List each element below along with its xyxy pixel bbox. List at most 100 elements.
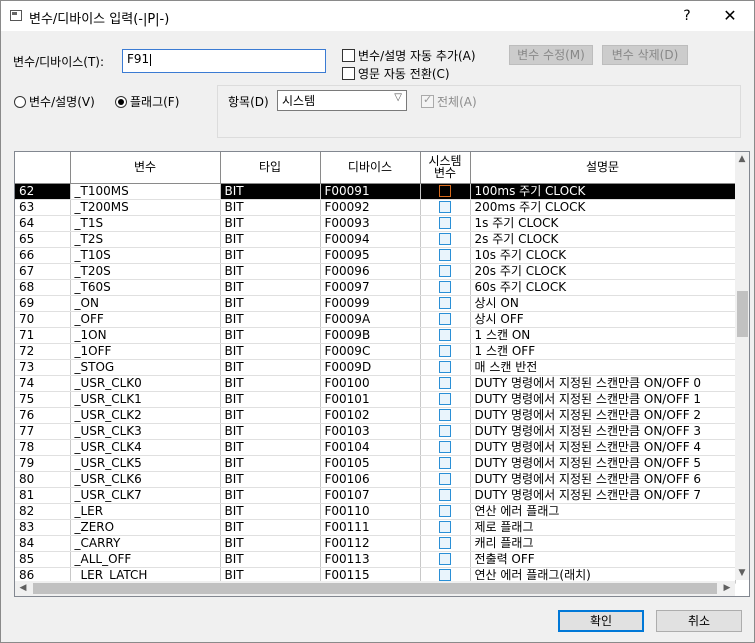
table-row[interactable]: 82 _LER BIT F00110 연산 에러 플래그 [15,503,736,520]
system-var-checkbox[interactable] [439,201,451,213]
var-cell: _OFF [70,311,221,328]
system-var-checkbox[interactable] [439,233,451,245]
vertical-scroll-thumb[interactable] [737,291,748,337]
row-number: 84 [15,535,71,552]
scroll-up-icon[interactable]: ▲ [735,152,749,166]
system-var-checkbox[interactable] [439,281,451,293]
var-cell: _USR_CLK4 [70,439,221,456]
header-device[interactable]: 디바이스 [320,152,421,184]
system-var-checkbox[interactable] [439,409,451,421]
system-var-checkbox[interactable] [439,537,451,549]
modify-var-button[interactable]: 변수 수정(M) [509,45,593,65]
system-var-cell [420,247,471,264]
table-row[interactable]: 79 _USR_CLK5 BIT F00105 DUTY 명령에서 지정된 스캔만큼 O… [15,455,736,472]
help-button[interactable]: ? [677,5,697,27]
table-row[interactable]: 74 _USR_CLK0 BIT F00100 DUTY 명령에서 지정된 스캔만큼 O… [15,375,736,392]
table-row[interactable]: 70 _OFF BIT F0009A 상시 OFF [15,311,736,328]
system-var-checkbox[interactable] [439,185,451,197]
table-row[interactable]: 83 _ZERO BIT F00111 제로 플래그 [15,519,736,536]
type-cell: BIT [220,231,321,248]
item-select-value: 시스템 [282,94,316,108]
system-var-checkbox[interactable] [439,569,451,581]
table-row[interactable]: 64 _T1S BIT F00093 1s 주기 CLOCK [15,215,736,232]
type-cell: BIT [220,471,321,488]
system-var-checkbox[interactable] [439,265,451,277]
var-device-input[interactable]: F91 [122,49,326,73]
table-row[interactable]: 73 _STOG BIT F0009D 매 스캔 반전 [15,359,736,376]
system-var-checkbox[interactable] [439,505,451,517]
scroll-down-icon[interactable]: ▼ [735,566,749,580]
desc-cell: DUTY 명령에서 지정된 스캔만큼 ON/OFF 1 [470,391,736,408]
item-select[interactable]: 시스템 ▽ [277,90,407,111]
radio-flag[interactable]: 플래그(F) [115,93,179,110]
row-number: 63 [15,199,71,216]
desc-cell: 20s 주기 CLOCK [470,263,736,280]
system-var-checkbox[interactable] [439,297,451,309]
auto-add-checkbox[interactable]: 변수/설명 자동 추가(A) [342,47,476,64]
header-rownum [15,152,71,184]
system-var-checkbox[interactable] [439,473,451,485]
table-row[interactable]: 66 _T10S BIT F00095 10s 주기 CLOCK [15,247,736,264]
system-var-checkbox[interactable] [439,553,451,565]
system-var-checkbox[interactable] [439,521,451,533]
header-system-var[interactable]: 시스템 변수 [420,152,471,184]
type-cell: BIT [220,199,321,216]
system-var-checkbox[interactable] [439,425,451,437]
system-var-checkbox[interactable] [439,329,451,341]
table-row[interactable]: 71 _1ON BIT F0009B 1 스캔 ON [15,327,736,344]
auto-convert-checkbox[interactable]: 영문 자동 전환(C) [342,65,450,82]
table-row[interactable]: 68 _T60S BIT F00097 60s 주기 CLOCK [15,279,736,296]
system-var-cell [420,503,471,520]
desc-cell: DUTY 명령에서 지정된 스캔만큼 ON/OFF 6 [470,471,736,488]
system-var-cell [420,407,471,424]
table-row[interactable]: 75 _USR_CLK1 BIT F00101 DUTY 명령에서 지정된 스캔만큼 O… [15,391,736,408]
table-row[interactable]: 76 _USR_CLK2 BIT F00102 DUTY 명령에서 지정된 스캔만큼 O… [15,407,736,424]
vertical-scrollbar[interactable]: ▲ ▼ [735,152,749,580]
system-var-checkbox[interactable] [439,345,451,357]
table-row[interactable]: 85 _ALL_OFF BIT F00113 전출력 OFF [15,551,736,568]
header-type[interactable]: 타입 [220,152,321,184]
system-var-checkbox[interactable] [439,313,451,325]
header-var[interactable]: 변수 [70,152,221,184]
system-var-checkbox[interactable] [439,249,451,261]
table-row[interactable]: 65 _T2S BIT F00094 2s 주기 CLOCK [15,231,736,248]
device-cell: F00101 [320,391,421,408]
ok-button[interactable]: 확인 [558,610,644,632]
variable-grid: 변수 타입 디바이스 시스템 변수 설명문 62 _T100MS BIT F00091… [15,152,736,584]
table-row[interactable]: 80 _USR_CLK6 BIT F00106 DUTY 명령에서 지정된 스캔만큼 O… [15,471,736,488]
table-row[interactable]: 77 _USR_CLK3 BIT F00103 DUTY 명령에서 지정된 스캔만큼 O… [15,423,736,440]
system-var-checkbox[interactable] [439,217,451,229]
system-var-checkbox[interactable] [439,361,451,373]
all-checkbox[interactable]: 전체(A) [421,93,477,110]
var-cell: _USR_CLK6 [70,471,221,488]
table-row[interactable]: 62 _T100MS BIT F00091 100ms 주기 CLOCK [15,183,736,200]
system-var-checkbox[interactable] [439,377,451,389]
system-var-checkbox[interactable] [439,393,451,405]
system-var-checkbox[interactable] [439,457,451,469]
table-row[interactable]: 67 _T20S BIT F00096 20s 주기 CLOCK [15,263,736,280]
horizontal-scrollbar[interactable]: ◀ ▶ [15,581,735,596]
scroll-right-icon[interactable]: ▶ [720,581,734,596]
horizontal-scroll-thumb[interactable] [33,583,717,594]
table-row[interactable]: 78 _USR_CLK4 BIT F00104 DUTY 명령에서 지정된 스캔만큼 O… [15,439,736,456]
table-row[interactable]: 63 _T200MS BIT F00092 200ms 주기 CLOCK [15,199,736,216]
table-row[interactable]: 69 _ON BIT F00099 상시 ON [15,295,736,312]
cancel-button[interactable]: 취소 [656,610,742,632]
delete-var-button[interactable]: 변수 삭제(D) [602,45,688,65]
table-row[interactable]: 72 _1OFF BIT F0009C 1 스캔 OFF [15,343,736,360]
table-row[interactable]: 81 _USR_CLK7 BIT F00107 DUTY 명령에서 지정된 스캔만큼 O… [15,487,736,504]
close-button[interactable]: ✕ [717,5,743,27]
row-number: 81 [15,487,71,504]
var-cell: _CARRY [70,535,221,552]
row-number: 80 [15,471,71,488]
system-var-checkbox[interactable] [439,441,451,453]
table-row[interactable]: 84 _CARRY BIT F00112 캐리 플래그 [15,535,736,552]
header-desc[interactable]: 설명문 [470,152,736,184]
var-cell: _USR_CLK7 [70,487,221,504]
radio-var-desc[interactable]: 변수/설명(V) [14,93,95,110]
system-var-checkbox[interactable] [439,489,451,501]
scroll-left-icon[interactable]: ◀ [16,581,30,596]
var-cell: _USR_CLK2 [70,407,221,424]
row-number: 74 [15,375,71,392]
chevron-down-icon: ▽ [394,92,402,103]
